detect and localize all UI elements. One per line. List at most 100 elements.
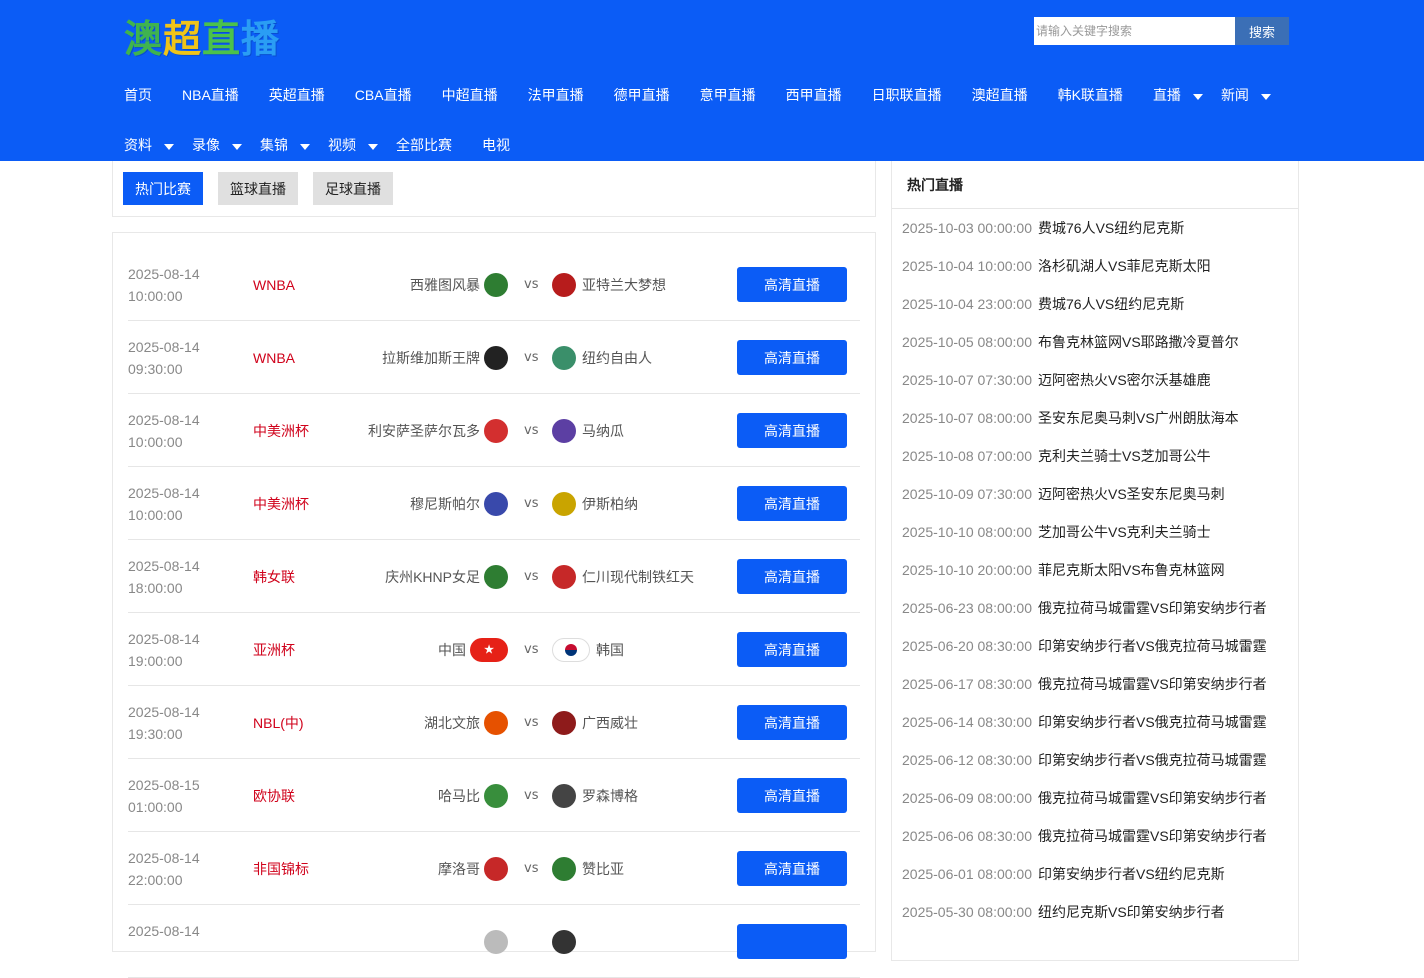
vs-label: vs — [524, 788, 539, 803]
away-team[interactable]: 仁川现代制铁红天 — [552, 540, 752, 613]
home-team[interactable]: 庆州KHNP女足 — [328, 540, 508, 613]
nav-item[interactable]: 西甲直播 — [786, 85, 842, 105]
hot-live-item[interactable]: 2025-10-08 07:00:00 克利夫兰骑士VS芝加哥公牛 — [902, 437, 1298, 475]
search-input[interactable] — [1034, 17, 1235, 45]
home-team[interactable]: 摩洛哥 — [328, 832, 508, 905]
tab-football-live[interactable]: 足球直播 — [313, 172, 393, 205]
hd-live-button[interactable]: 高清直播 — [737, 559, 847, 594]
hd-live-button[interactable]: 高清直播 — [737, 851, 847, 886]
nav-item[interactable]: 英超直播 — [269, 85, 325, 105]
league-link[interactable]: 亚洲杯 — [253, 613, 295, 686]
hot-live-item[interactable]: 2025-10-03 00:00:00 费城76人VS纽约尼克斯 — [902, 209, 1298, 247]
nav-item[interactable]: 日职联直播 — [872, 85, 942, 105]
home-team[interactable]: 拉斯维加斯王牌 — [328, 321, 508, 394]
hot-live-item[interactable]: 2025-06-01 08:00:00 印第安纳步行者VS纽约尼克斯 — [902, 855, 1298, 893]
match-date: 2025-08-14 — [128, 266, 200, 282]
hd-live-button[interactable]: 高清直播 — [737, 267, 847, 302]
hot-live-item[interactable]: 2025-10-05 08:00:00 布鲁克林篮网VS耶路撒冷夏普尔 — [902, 323, 1298, 361]
nav-item[interactable]: 意甲直播 — [700, 85, 756, 105]
caret-down-icon[interactable] — [232, 143, 242, 150]
away-team[interactable]: 赞比亚 — [552, 832, 752, 905]
hot-live-name: 洛杉矶湖人VS菲尼克斯太阳 — [1038, 258, 1211, 274]
league-link[interactable]: NBL(中) — [253, 686, 304, 759]
hd-live-button[interactable]: 高清直播 — [737, 340, 847, 375]
league-link[interactable]: 非国锦标 — [253, 832, 309, 905]
hot-live-item[interactable]: 2025-06-09 08:00:00 俄克拉荷马城雷霆VS印第安纳步行者 — [902, 779, 1298, 817]
away-team[interactable]: 马纳瓜 — [552, 394, 752, 467]
away-team[interactable]: 韩国 — [552, 613, 752, 686]
away-team[interactable]: 罗森博格 — [552, 759, 752, 832]
hot-live-item[interactable]: 2025-10-07 07:30:00 迈阿密热火VS密尔沃基雄鹿 — [902, 361, 1298, 399]
nav-item-label: 西甲直播 — [785, 87, 842, 103]
nav-item[interactable]: 德甲直播 — [614, 85, 670, 105]
league-link[interactable]: WNBA — [253, 321, 295, 394]
match-date: 2025-08-14 — [128, 412, 200, 428]
hot-live-item[interactable]: 2025-06-17 08:30:00 俄克拉荷马城雷霆VS印第安纳步行者 — [902, 665, 1298, 703]
hot-live-item[interactable]: 2025-10-07 08:00:00 圣安东尼奥马刺VS广州朗肽海本 — [902, 399, 1298, 437]
home-team[interactable]: 利安萨圣萨尔瓦多 — [328, 394, 508, 467]
home-team[interactable] — [328, 905, 508, 978]
away-team[interactable] — [552, 905, 752, 978]
home-team[interactable]: 穆尼斯帕尔 — [328, 467, 508, 540]
nav-item[interactable]: 澳超直播 — [972, 85, 1028, 105]
hot-live-item[interactable]: 2025-06-14 08:30:00 印第安纳步行者VS俄克拉荷马城雷霆 — [902, 703, 1298, 741]
hot-live-time: 2025-10-10 20:00:00 — [902, 562, 1032, 578]
nav-item[interactable]: 中超直播 — [442, 85, 498, 105]
nav-item[interactable]: 全部比赛 — [396, 135, 452, 155]
home-team-logo-icon — [484, 345, 508, 370]
home-team[interactable]: 湖北文旅 — [328, 686, 508, 759]
hot-live-item[interactable]: 2025-10-10 20:00:00 菲尼克斯太阳VS布鲁克林篮网 — [902, 551, 1298, 589]
caret-down-icon[interactable] — [368, 143, 378, 150]
hd-live-button[interactable]: 高清直播 — [737, 486, 847, 521]
away-team[interactable]: 伊斯柏纳 — [552, 467, 752, 540]
home-team[interactable]: 哈马比 — [328, 759, 508, 832]
nav-item[interactable]: 视频 — [328, 135, 378, 155]
league-link[interactable]: 中美洲杯 — [253, 467, 309, 540]
caret-down-icon[interactable] — [164, 143, 174, 150]
hot-live-item[interactable]: 2025-06-20 08:30:00 印第安纳步行者VS俄克拉荷马城雷霆 — [902, 627, 1298, 665]
caret-down-icon[interactable] — [300, 143, 310, 150]
hot-live-item[interactable]: 2025-10-04 10:00:00 洛杉矶湖人VS菲尼克斯太阳 — [902, 247, 1298, 285]
hot-live-item[interactable]: 2025-06-23 08:00:00 俄克拉荷马城雷霆VS印第安纳步行者 — [902, 589, 1298, 627]
away-team[interactable]: 广西威壮 — [552, 686, 752, 759]
caret-down-icon[interactable] — [1192, 93, 1203, 100]
nav-item[interactable]: 法甲直播 — [528, 85, 584, 105]
nav-item[interactable]: 录像 — [192, 135, 242, 155]
hot-live-item[interactable]: 2025-06-06 08:30:00 俄克拉荷马城雷霆VS印第安纳步行者 — [902, 817, 1298, 855]
nav-item[interactable]: 资料 — [124, 135, 174, 155]
nav-item[interactable]: 韩K联直播 — [1058, 85, 1123, 105]
hot-live-item[interactable]: 2025-06-12 08:30:00 印第安纳步行者VS俄克拉荷马城雷霆 — [902, 741, 1298, 779]
tab-hot-matches[interactable]: 热门比赛 — [123, 172, 203, 205]
league-link[interactable]: 韩女联 — [253, 540, 295, 613]
caret-down-icon[interactable] — [1260, 93, 1271, 100]
hot-live-item[interactable]: 2025-05-30 08:00:00 纽约尼克斯VS印第安纳步行者 — [902, 893, 1298, 931]
nav-item[interactable]: NBA直播 — [182, 85, 239, 105]
league-link[interactable]: 欧协联 — [253, 759, 295, 832]
hot-live-item[interactable]: 2025-10-04 23:00:00 费城76人VS纽约尼克斯 — [902, 285, 1298, 323]
nav-item[interactable]: 电视 — [482, 135, 510, 155]
league-link[interactable]: 中美洲杯 — [253, 394, 309, 467]
hd-live-button[interactable]: 高清直播 — [737, 632, 847, 667]
nav-item[interactable]: 直播 — [1153, 85, 1203, 105]
hot-live-item[interactable]: 2025-10-09 07:30:00 迈阿密热火VS圣安东尼奥马刺 — [902, 475, 1298, 513]
nav-item[interactable]: 新闻 — [1221, 85, 1271, 105]
nav-item[interactable]: 集锦 — [260, 135, 310, 155]
search-button[interactable]: 搜索 — [1235, 17, 1289, 45]
hot-live-time: 2025-10-08 07:00:00 — [902, 448, 1032, 464]
hd-live-button[interactable] — [737, 924, 847, 959]
away-team[interactable]: 纽约自由人 — [552, 321, 752, 394]
nav-item[interactable]: 首页 — [124, 85, 152, 105]
hd-live-button[interactable]: 高清直播 — [737, 413, 847, 448]
hot-live-item[interactable]: 2025-10-10 08:00:00 芝加哥公牛VS克利夫兰骑士 — [902, 513, 1298, 551]
site-logo[interactable]: 澳超直播 — [124, 8, 280, 61]
home-team-logo-icon — [484, 710, 508, 735]
hd-live-button[interactable]: 高清直播 — [737, 705, 847, 740]
away-team[interactable]: 亚特兰大梦想 — [552, 248, 752, 321]
hd-live-button[interactable]: 高清直播 — [737, 778, 847, 813]
home-team[interactable]: 西雅图风暴 — [328, 248, 508, 321]
away-team-logo-icon — [552, 856, 576, 881]
tab-basketball-live[interactable]: 篮球直播 — [218, 172, 298, 205]
nav-item[interactable]: CBA直播 — [355, 85, 412, 105]
league-link[interactable]: WNBA — [253, 248, 295, 321]
home-team[interactable]: 中国 ★ — [328, 613, 508, 686]
